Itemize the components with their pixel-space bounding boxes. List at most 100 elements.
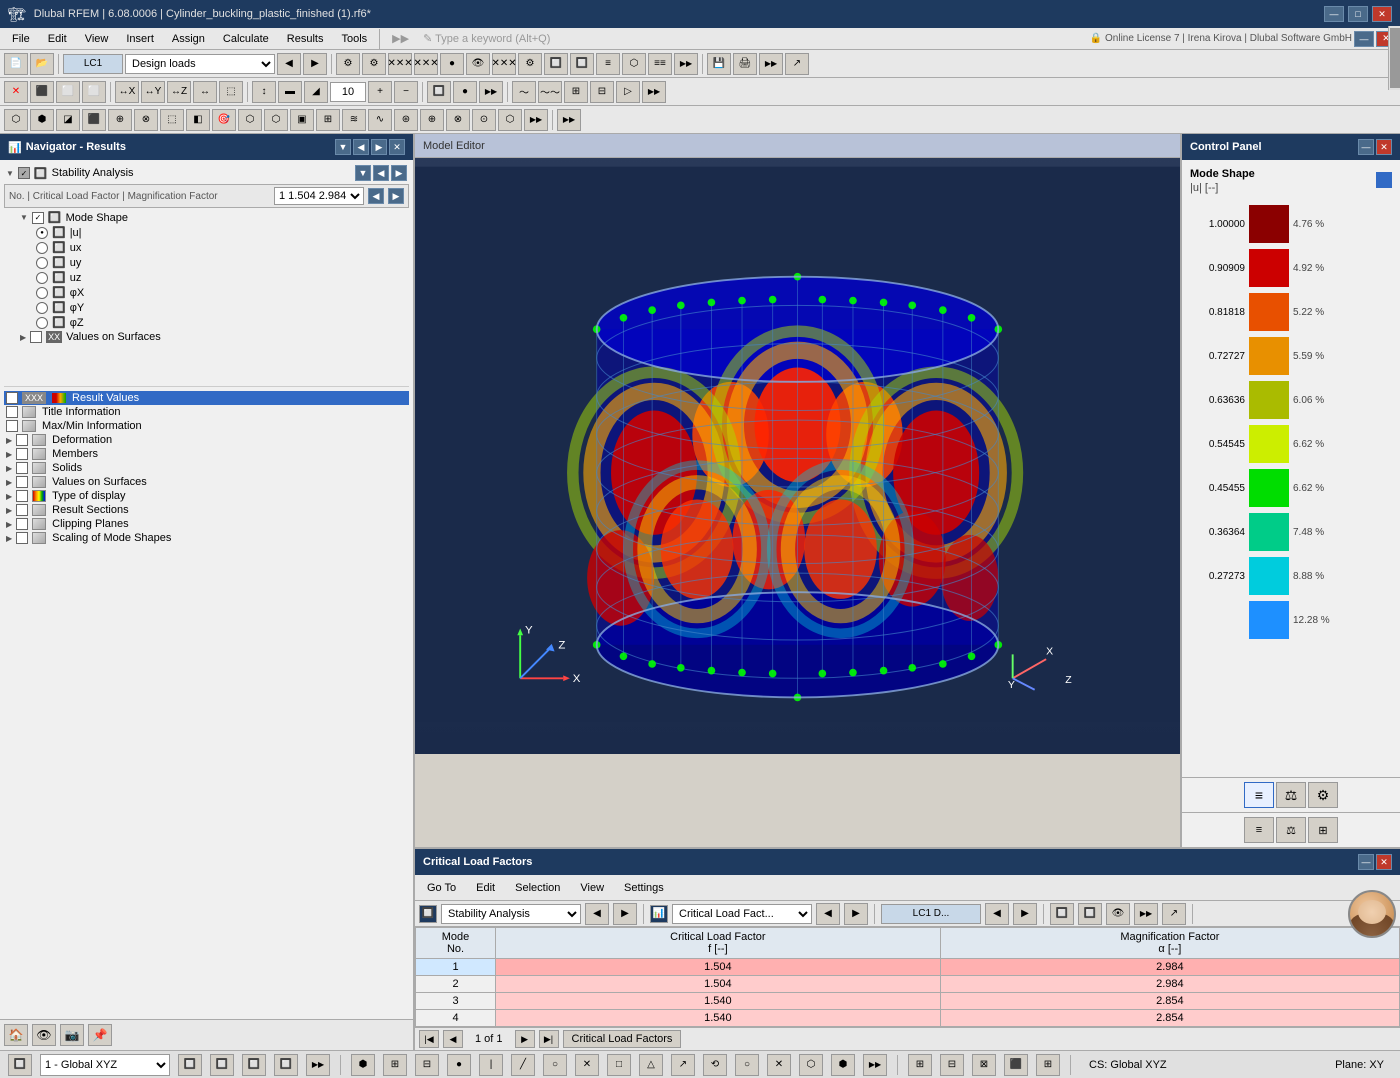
cp-minimize-btn[interactable]: — — [1358, 139, 1374, 155]
tb3-i9[interactable]: 🎯 — [212, 109, 236, 131]
status-tb13[interactable]: ○ — [735, 1054, 759, 1076]
viewport[interactable]: Model Editor — [415, 134, 1180, 754]
tb-new[interactable]: 📄 — [4, 53, 28, 75]
tb2-cube[interactable]: ⬛ — [30, 81, 54, 103]
cp-btn-table[interactable]: ≡ — [1244, 782, 1274, 808]
page-prev-btn[interactable]: ◀ — [443, 1030, 463, 1048]
tb2-move[interactable]: ↕ — [252, 81, 276, 103]
tb3-i11[interactable]: ⬡ — [264, 109, 288, 131]
values-surfaces-checkbox[interactable] — [30, 331, 42, 343]
menu-results[interactable]: Results — [279, 31, 332, 47]
tb-mode9[interactable]: 🔲 — [544, 53, 568, 75]
nav-next-btn[interactable]: ▶ — [371, 139, 387, 155]
tb2-zoom-out[interactable]: − — [394, 81, 418, 103]
minimize-button[interactable]: — — [1324, 6, 1344, 22]
mode-uz-row[interactable]: 🔲 uz — [4, 270, 409, 285]
status-more[interactable]: ▶▶ — [306, 1054, 330, 1076]
tb2-flat[interactable]: ▬ — [278, 81, 302, 103]
tb-mode2[interactable]: ⚙ — [362, 53, 386, 75]
status-icon-4[interactable]: 🔲 — [242, 1054, 266, 1076]
cp-tab-filter[interactable]: ⊞ — [1308, 817, 1338, 843]
results-nav-prev[interactable]: ◀ — [585, 903, 609, 925]
tb-more2[interactable]: ▶▶ — [759, 53, 783, 75]
nav-dropdown-btn[interactable]: ▼ — [335, 139, 351, 155]
cp-btn-scale[interactable]: ⚖ — [1276, 782, 1306, 808]
tb2-grid2[interactable]: ⊟ — [590, 81, 614, 103]
tb2-all[interactable]: ↔ — [193, 81, 217, 103]
results-lc-prev[interactable]: ◀ — [985, 903, 1009, 925]
tb3-more1[interactable]: ▶▶ — [524, 109, 548, 131]
status-tb9[interactable]: □ — [607, 1054, 631, 1076]
results-tb-export[interactable]: ↗ — [1162, 903, 1186, 925]
nav-cam-btn[interactable]: 📷 — [60, 1024, 84, 1046]
tb3-more2[interactable]: ▶▶ — [557, 109, 581, 131]
tb-mode7[interactable]: ✕✕✕ — [492, 53, 516, 75]
nav-home-btn[interactable]: 🏠 — [4, 1024, 28, 1046]
tb2-point[interactable]: ● — [453, 81, 477, 103]
tb2-grid[interactable]: ⊞ — [564, 81, 588, 103]
menu-tools[interactable]: Tools — [333, 31, 375, 47]
tb-mode12[interactable]: ⬡ — [622, 53, 646, 75]
cp-close-btn[interactable]: ✕ — [1376, 139, 1392, 155]
menu-calculate[interactable]: Calculate — [215, 31, 277, 47]
cp-tab-scale2[interactable]: ⚖ — [1276, 817, 1306, 843]
status-tb2[interactable]: ⊞ — [383, 1054, 407, 1076]
page-last-btn[interactable]: ▶| — [539, 1030, 559, 1048]
nav-members[interactable]: ▶ Members — [4, 447, 409, 461]
mode-phiz-radio[interactable] — [36, 317, 48, 329]
mode-phiy-row[interactable]: 🔲 φY — [4, 300, 409, 315]
mode-ux-radio[interactable] — [36, 242, 48, 254]
results-tb-3[interactable]: 👁 — [1106, 903, 1130, 925]
nav-close-btn[interactable]: ✕ — [389, 139, 405, 155]
analysis-type-select[interactable]: Stability Analysis — [441, 904, 581, 924]
status-tb14[interactable]: ✕ — [767, 1054, 791, 1076]
status-tb16[interactable]: ⬢ — [831, 1054, 855, 1076]
results-tb-1[interactable]: 🔲 — [1050, 903, 1074, 925]
tb2-anim[interactable]: ▷ — [616, 81, 640, 103]
status-icon-3[interactable]: 🔲 — [210, 1054, 234, 1076]
tb3-i5[interactable]: ⊕ — [108, 109, 132, 131]
page-first-btn[interactable]: |◀ — [419, 1030, 439, 1048]
mode-prev-btn[interactable]: ◀ — [368, 188, 384, 204]
sol-checkbox[interactable] — [16, 462, 28, 474]
mode-phiy-radio[interactable] — [36, 302, 48, 314]
mode-phix-radio[interactable] — [36, 287, 48, 299]
results-tb-more[interactable]: ▶▶ — [1134, 903, 1158, 925]
tb2-select[interactable]: ⬚ — [219, 81, 243, 103]
nav-result-sections[interactable]: ▶ Result Sections — [4, 503, 409, 517]
menu-insert[interactable]: Insert — [118, 31, 162, 47]
tb-prev[interactable]: ◀ — [277, 53, 301, 75]
tb2-surface[interactable]: ◢ — [304, 81, 328, 103]
tb-print[interactable]: 🖨 — [733, 53, 757, 75]
tb2-obj2[interactable]: ⬜ — [82, 81, 106, 103]
tb3-i14[interactable]: ≋ — [342, 109, 366, 131]
vs-checkbox[interactable] — [16, 476, 28, 488]
tb3-i20[interactable]: ⬡ — [498, 109, 522, 131]
results-tb-2[interactable]: 🔲 — [1078, 903, 1102, 925]
table-row-4[interactable]: 4 1.540 2.854 — [416, 1010, 1400, 1027]
tb-mode5[interactable]: ● — [440, 53, 464, 75]
tb-open[interactable]: 📂 — [30, 53, 54, 75]
results-settings[interactable]: Settings — [616, 880, 672, 896]
status-tb4[interactable]: ● — [447, 1054, 471, 1076]
close-button[interactable]: ✕ — [1372, 6, 1392, 22]
status-tb12[interactable]: ⟲ — [703, 1054, 727, 1076]
results-edit[interactable]: Edit — [468, 880, 503, 896]
stab-next-btn[interactable]: ▶ — [391, 165, 407, 181]
stability-checkbox[interactable] — [18, 167, 30, 179]
tb3-i6[interactable]: ⊗ — [134, 109, 158, 131]
tb-mode4[interactable]: ✕✕✕ — [414, 53, 438, 75]
status-grid2[interactable]: ⊟ — [940, 1054, 964, 1076]
nav-prev-btn[interactable]: ◀ — [353, 139, 369, 155]
panel-minimize[interactable]: — — [1354, 31, 1374, 47]
tb2-x[interactable]: ↔X — [115, 81, 139, 103]
menu-assign[interactable]: Assign — [164, 31, 213, 47]
tb3-i15[interactable]: ∿ — [368, 109, 392, 131]
tb2-z[interactable]: ↔Z — [167, 81, 191, 103]
mode-u-row[interactable]: 🔲 |u| — [4, 225, 409, 240]
td-checkbox[interactable] — [16, 490, 28, 502]
tb3-i10[interactable]: ⬡ — [238, 109, 262, 131]
tb-mode11[interactable]: ≡ — [596, 53, 620, 75]
nav-solids[interactable]: ▶ Solids — [4, 461, 409, 475]
table-row-1[interactable]: 1 1.504 2.984 — [416, 959, 1400, 976]
